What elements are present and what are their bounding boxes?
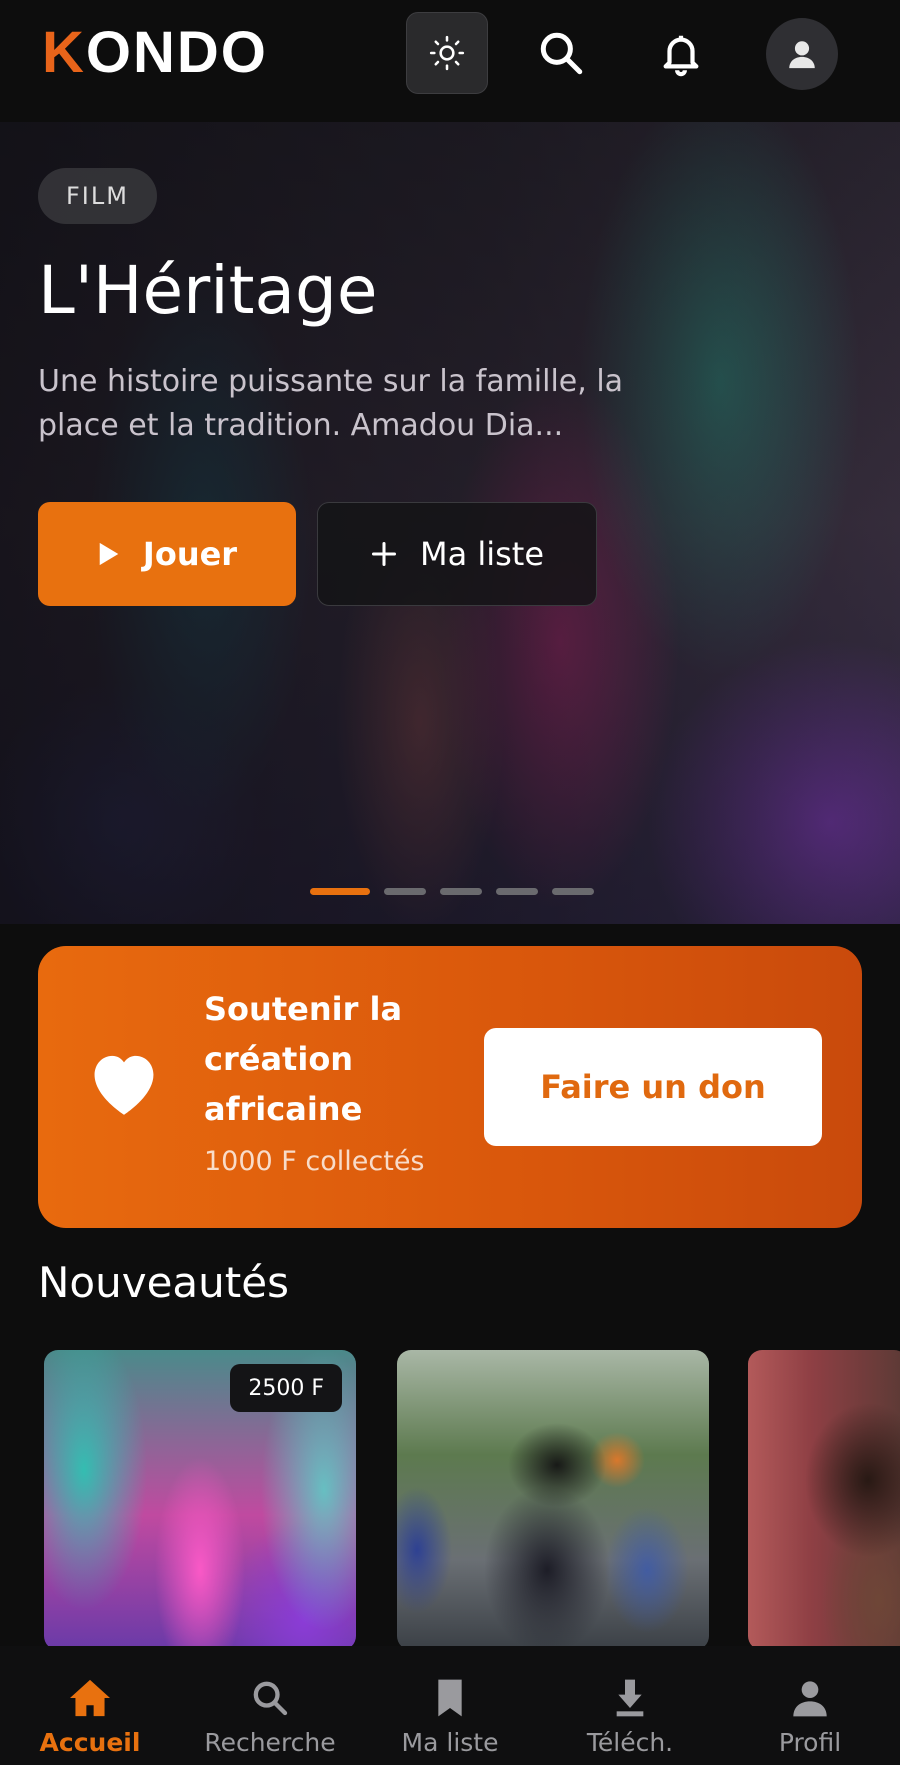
nav-label: Profil xyxy=(778,1728,842,1757)
movie-card[interactable] xyxy=(397,1350,709,1646)
carousel-dot[interactable] xyxy=(384,888,426,895)
hero-banner[interactable]: FILM L'Héritage Une histoire puissante s… xyxy=(0,122,900,924)
section-title-new-releases: Nouveautés xyxy=(38,1258,289,1307)
play-icon xyxy=(99,542,119,566)
kondo-logo[interactable]: KONDO xyxy=(42,18,268,88)
nav-label: Téléch. xyxy=(586,1728,674,1757)
nav-item-search[interactable]: Recherche xyxy=(180,1646,360,1765)
price-badge: 2500 F xyxy=(230,1364,342,1412)
logo-text: KONDO xyxy=(42,24,268,82)
carousel-dot[interactable] xyxy=(440,888,482,895)
bottom-navigation: Accueil Recherche Ma liste Téléch. Profi… xyxy=(0,1646,900,1765)
movie-card[interactable] xyxy=(748,1350,900,1646)
new-releases-row: 2500 F xyxy=(0,1350,900,1646)
hero-title: L'Héritage xyxy=(38,252,378,329)
user-icon xyxy=(793,1681,827,1717)
play-button-label: Jouer xyxy=(142,535,238,573)
heart-icon xyxy=(94,1055,154,1115)
logo-letter-k: K xyxy=(42,20,86,85)
search-button[interactable] xyxy=(520,12,602,94)
notifications-button[interactable] xyxy=(640,12,722,94)
nav-label: Recherche xyxy=(204,1728,336,1757)
theme-toggle-button[interactable] xyxy=(406,12,488,94)
nav-label: Accueil xyxy=(39,1728,141,1757)
sun-icon xyxy=(429,35,465,71)
donate-button[interactable]: Faire un don xyxy=(484,1028,822,1146)
plus-icon xyxy=(371,541,396,567)
bell-icon xyxy=(663,35,699,77)
carousel-dot[interactable] xyxy=(496,888,538,895)
add-to-list-button[interactable]: Ma liste xyxy=(317,502,597,606)
add-to-list-label: Ma liste xyxy=(419,535,545,573)
avatar[interactable] xyxy=(766,18,838,90)
category-badge: FILM xyxy=(38,168,157,224)
nav-item-home[interactable]: Accueil xyxy=(0,1646,180,1765)
donation-collected: 1000 F collectés xyxy=(204,1146,425,1177)
user-icon xyxy=(789,41,815,69)
logo-letters: ONDO xyxy=(85,20,268,85)
carousel-indicator xyxy=(310,888,594,895)
home-icon xyxy=(70,1679,110,1717)
app-header: KONDO xyxy=(0,0,900,122)
bookmark-icon xyxy=(438,1679,462,1717)
movie-card[interactable]: 2500 F xyxy=(44,1350,356,1646)
donation-card: Soutenir la création africaine 1000 F co… xyxy=(38,946,862,1228)
nav-item-downloads[interactable]: Téléch. xyxy=(540,1646,720,1765)
nav-item-my-list[interactable]: Ma liste xyxy=(360,1646,540,1765)
search-icon xyxy=(540,32,583,75)
search-icon xyxy=(253,1681,288,1716)
download-icon xyxy=(616,1679,644,1717)
play-button[interactable]: Jouer xyxy=(38,502,296,606)
donation-title: Soutenir la création africaine xyxy=(204,990,403,1128)
nav-item-profile[interactable]: Profil xyxy=(720,1646,900,1765)
nav-label: Ma liste xyxy=(401,1728,499,1757)
carousel-dot[interactable] xyxy=(310,888,370,895)
hero-description: Une histoire puissante sur la famille, l… xyxy=(38,364,624,443)
carousel-dot[interactable] xyxy=(552,888,594,895)
